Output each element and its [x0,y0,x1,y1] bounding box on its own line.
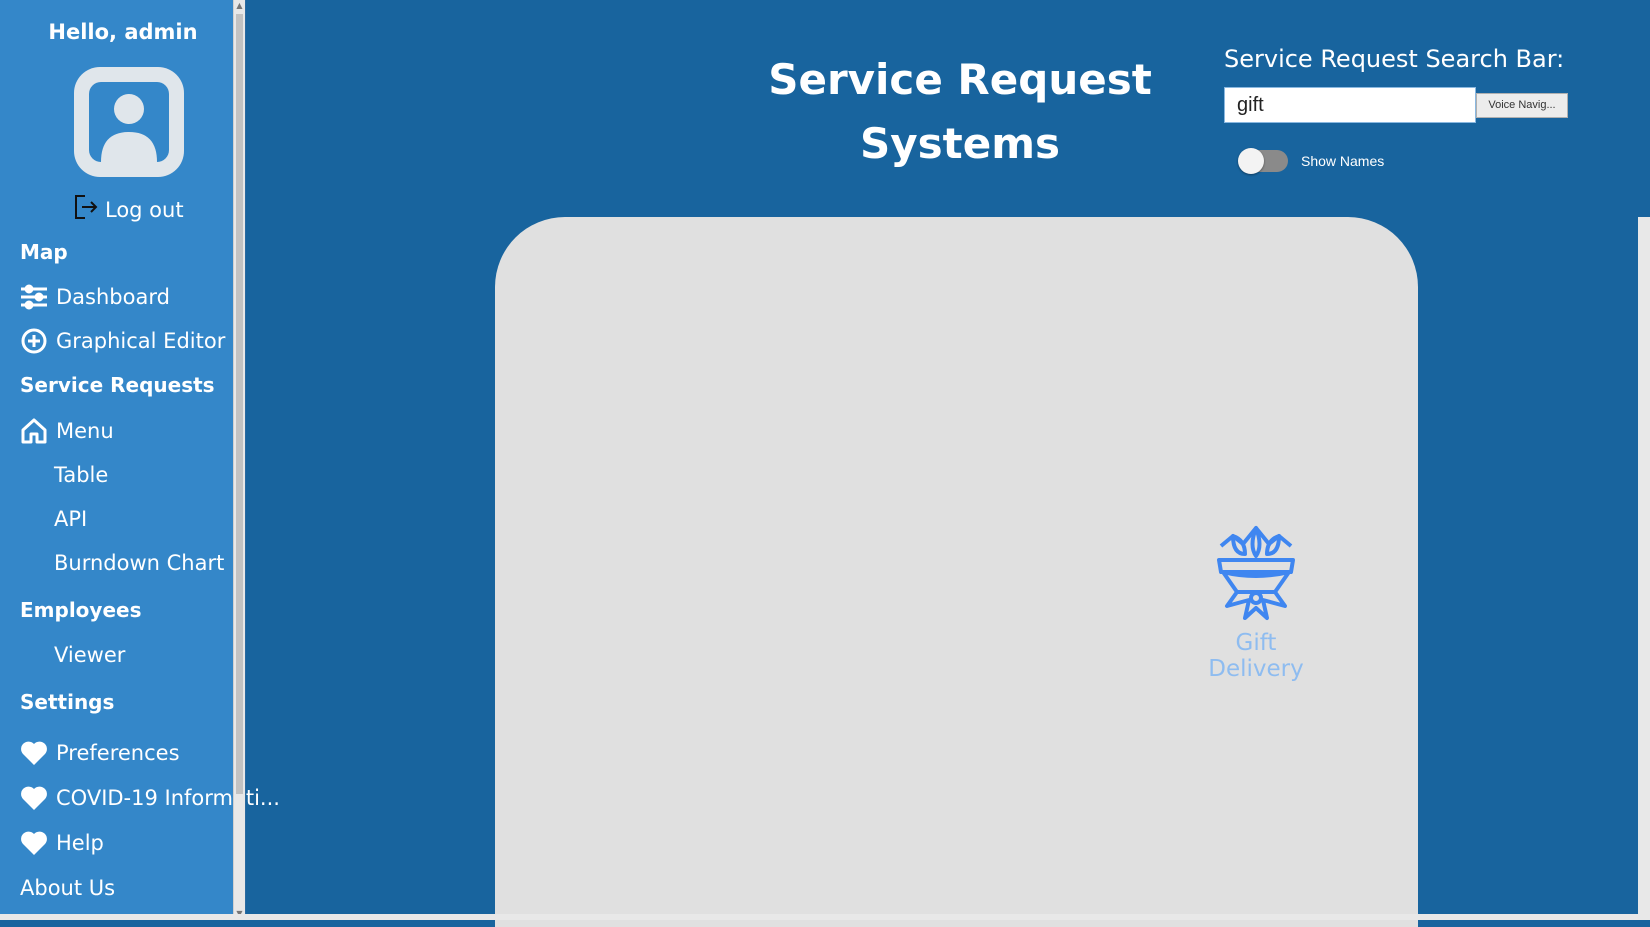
sidebar-item-burndown-chart[interactable]: Burndown Chart [54,551,224,575]
sidebar-scrollbar[interactable]: ▲ ▼ [233,0,245,920]
sidebar-item-label: Help [56,831,104,855]
logout-label: Log out [105,197,184,222]
search-input[interactable] [1224,87,1476,123]
section-heading-employees: Employees [20,598,142,622]
sidebar-item-preferences[interactable]: Preferences [20,739,180,767]
sidebar-item-label: COVID-19 Informati... [56,786,280,810]
sidebar-item-dashboard[interactable]: Dashboard [20,283,170,311]
show-names-label: Show Names [1301,153,1385,169]
page-title: Service Request Systems [768,55,1152,168]
heart-icon [20,784,48,812]
greeting: Hello, admin [48,20,198,44]
logout-button[interactable]: Log out [73,193,184,226]
toggle-knob [1238,148,1264,174]
map-result-label: Gift Delivery [1208,630,1304,682]
sidebar-item-label: Dashboard [56,285,170,309]
heart-icon [20,829,48,857]
sliders-icon [20,283,48,311]
section-heading-service-requests: Service Requests [20,373,215,397]
logout-icon [73,193,99,226]
sidebar-item-about-us[interactable]: About Us [20,876,115,900]
sidebar-item-label: Menu [56,419,114,443]
sidebar-item-menu[interactable]: Menu [20,417,114,445]
search-label: Service Request Search Bar: [1224,45,1565,73]
sidebar-item-table[interactable]: Table [54,463,108,487]
sidebar-item-label: Preferences [56,741,180,765]
voice-navigation-button[interactable]: Voice Navig... [1476,93,1568,118]
sidebar-item-label: Graphical Editor [56,329,226,353]
user-avatar-icon [74,67,184,177]
map-result-gift-delivery[interactable]: Gift Delivery [1186,520,1326,682]
section-heading-map: Map [20,240,68,264]
show-names-toggle[interactable] [1238,148,1288,174]
home-icon [20,417,48,445]
sidebar-item-viewer[interactable]: Viewer [54,643,125,667]
section-heading-settings: Settings [20,690,115,714]
main-vertical-scrollbar[interactable] [1638,217,1650,920]
scrollbar-thumb[interactable] [236,14,243,794]
heart-icon [20,739,48,767]
sidebar: Hello, admin Log out Map Dashboard Graph… [0,0,280,920]
sidebar-item-help[interactable]: Help [20,829,104,857]
sidebar-item-api[interactable]: API [54,507,87,531]
sidebar-item-graphical-editor[interactable]: Graphical Editor [20,327,225,355]
plus-circle-icon [20,327,48,355]
horizontal-scrollbar[interactable] [0,914,1650,920]
scroll-up-icon[interactable]: ▲ [234,0,245,12]
